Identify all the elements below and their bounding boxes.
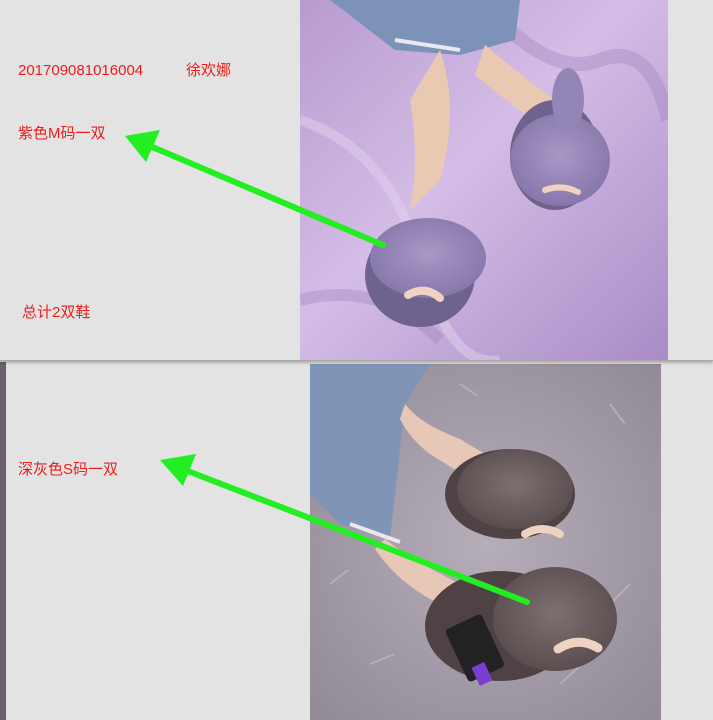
order-number: 201709081016004 bbox=[18, 62, 144, 79]
gray-item-label: 深灰色S码一双 bbox=[18, 461, 119, 478]
bottom-panel: 深灰色S码一双 bbox=[0, 362, 713, 720]
gray-slippers-photo bbox=[310, 364, 661, 720]
purple-item-label: 紫色M码一双 bbox=[18, 125, 106, 142]
total-label: 总计2双鞋 bbox=[22, 304, 91, 321]
purple-slippers-photo bbox=[300, 0, 668, 360]
edge-strip bbox=[0, 362, 6, 720]
top-panel: 201709081016004 徐欢娜 紫色M码一双 总计2双鞋 bbox=[0, 0, 713, 361]
customer-name: 徐欢娜 bbox=[186, 62, 232, 79]
